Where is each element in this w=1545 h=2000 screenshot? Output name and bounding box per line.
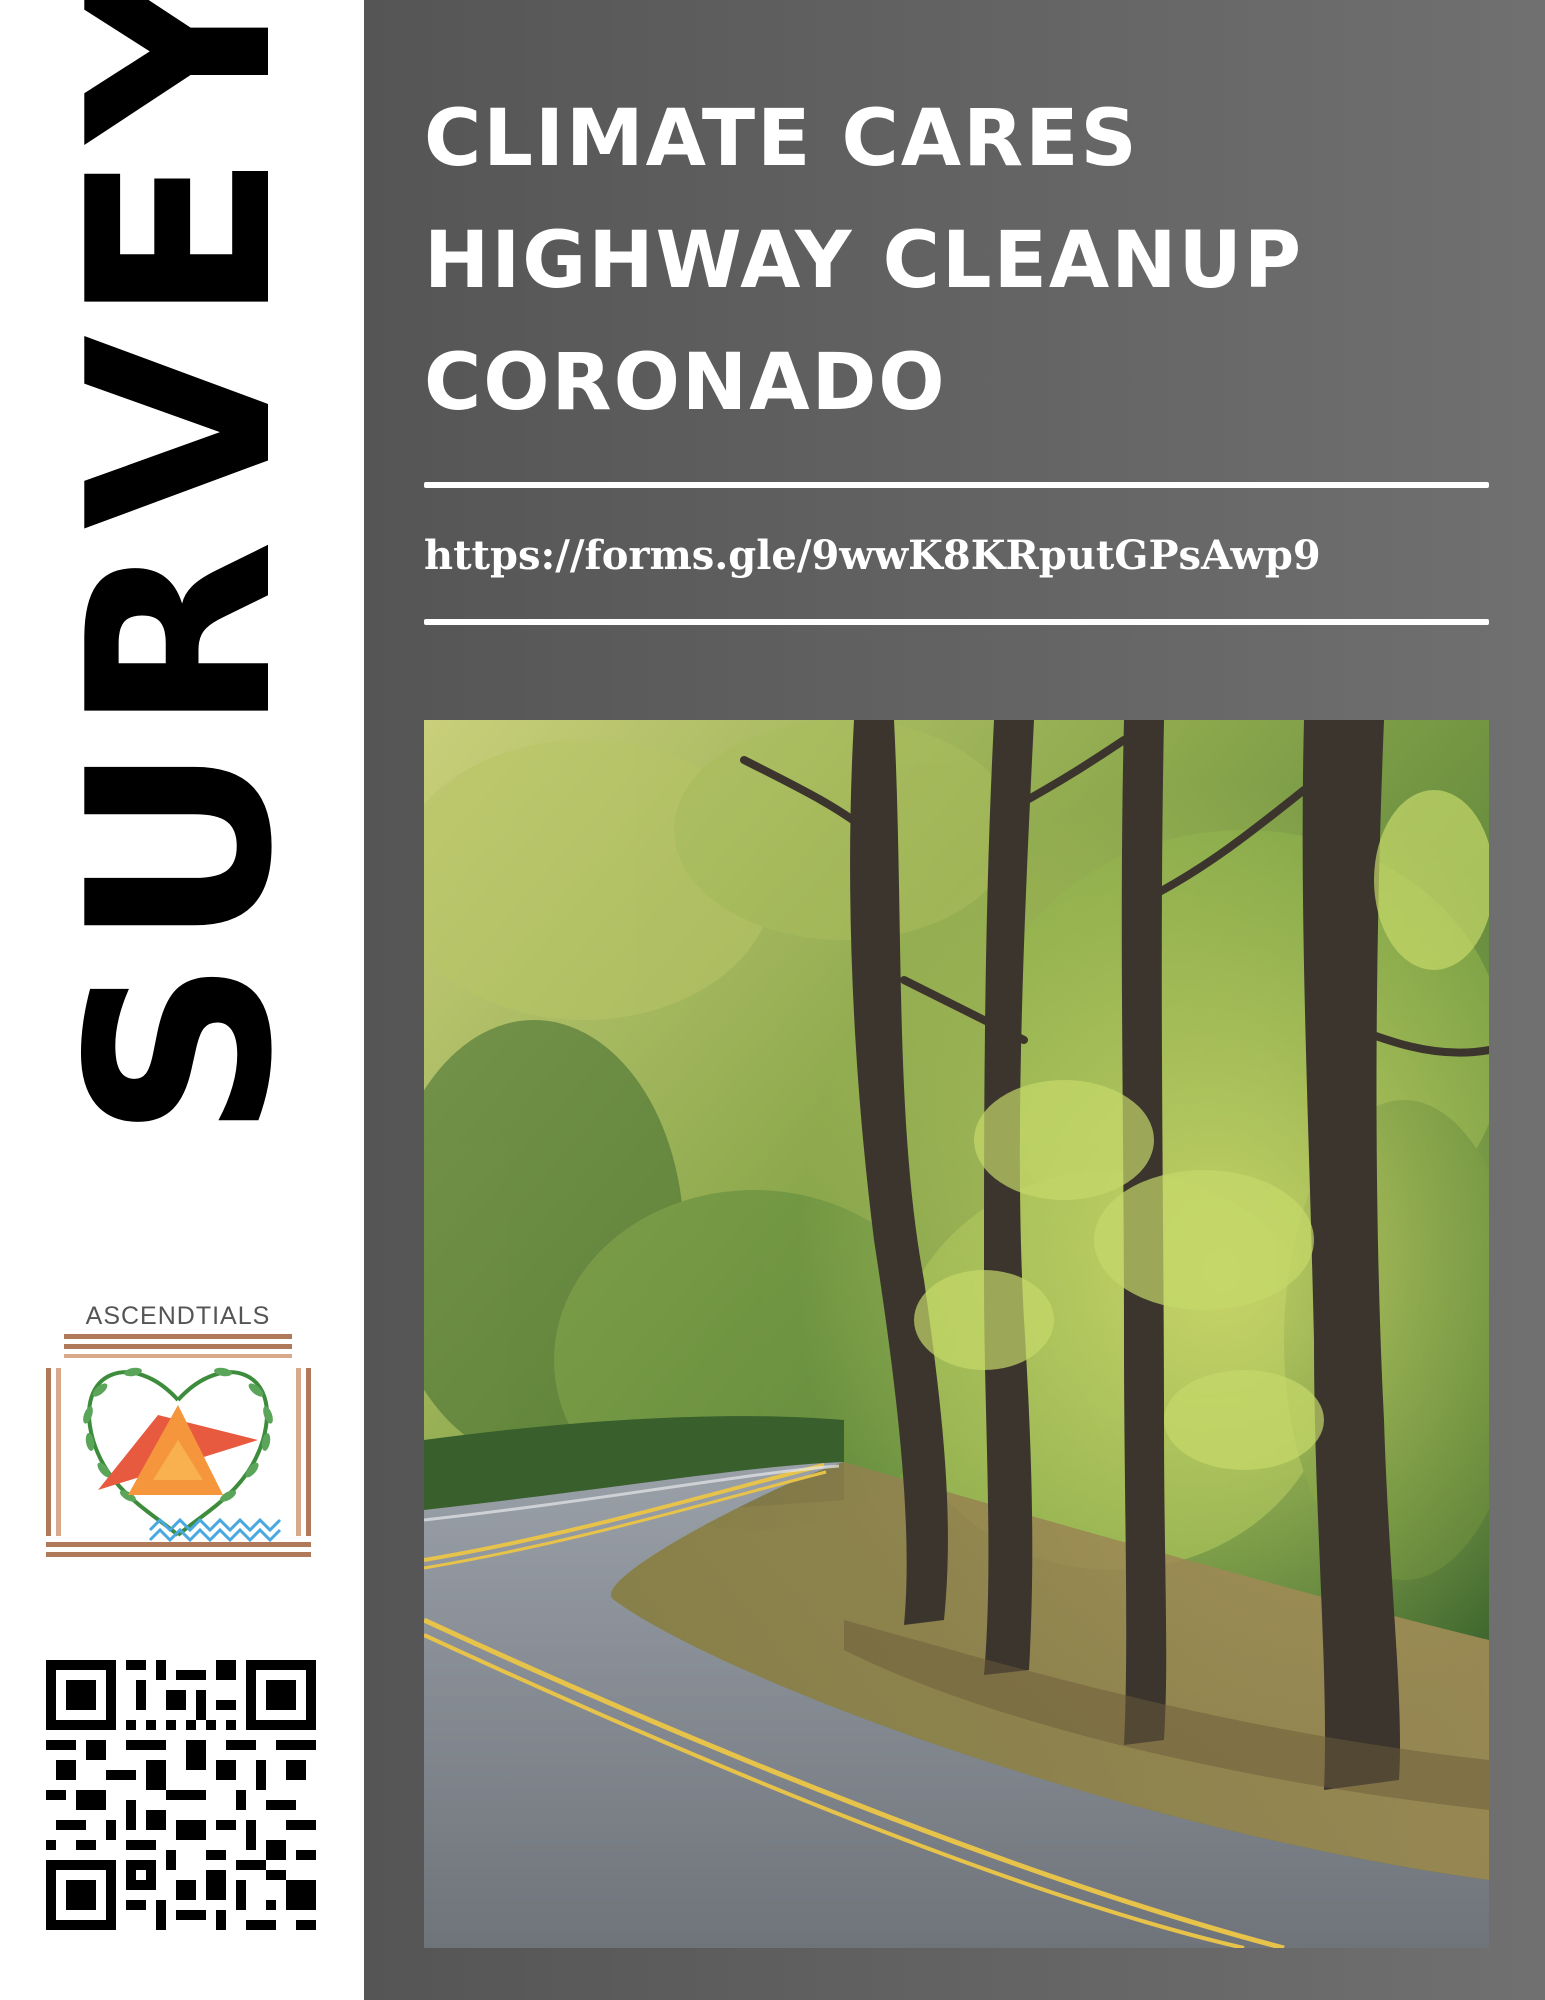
forest-road-photo [424, 720, 1489, 1948]
divider-bottom [424, 619, 1489, 625]
left-sidebar: SURVEY ASCENDTIALS [0, 0, 364, 2000]
survey-vertical-title: SURVEY [35, 0, 328, 1140]
title-line-2: HIGHWAY CLEANUP [424, 216, 1304, 306]
title-line-1: CLIMATE CARES [424, 94, 1139, 184]
page-title: CLIMATE CARES HIGHWAY CLEANUP CORONADO [424, 78, 1303, 444]
ascendtials-logo: ASCENDTIALS [38, 1300, 318, 1580]
qr-code-icon[interactable] [46, 1660, 316, 1930]
title-line-3: CORONADO [424, 338, 947, 428]
ascendtials-logo-icon [46, 1334, 311, 1557]
survey-url-link[interactable]: https://forms.gle/9wwK8KRputGPsAwp9 [424, 526, 1489, 586]
logo-brand-name: ASCENDTIALS [85, 1302, 271, 1330]
divider-top [424, 482, 1489, 488]
main-panel: CLIMATE CARES HIGHWAY CLEANUP CORONADO h… [364, 0, 1545, 2000]
